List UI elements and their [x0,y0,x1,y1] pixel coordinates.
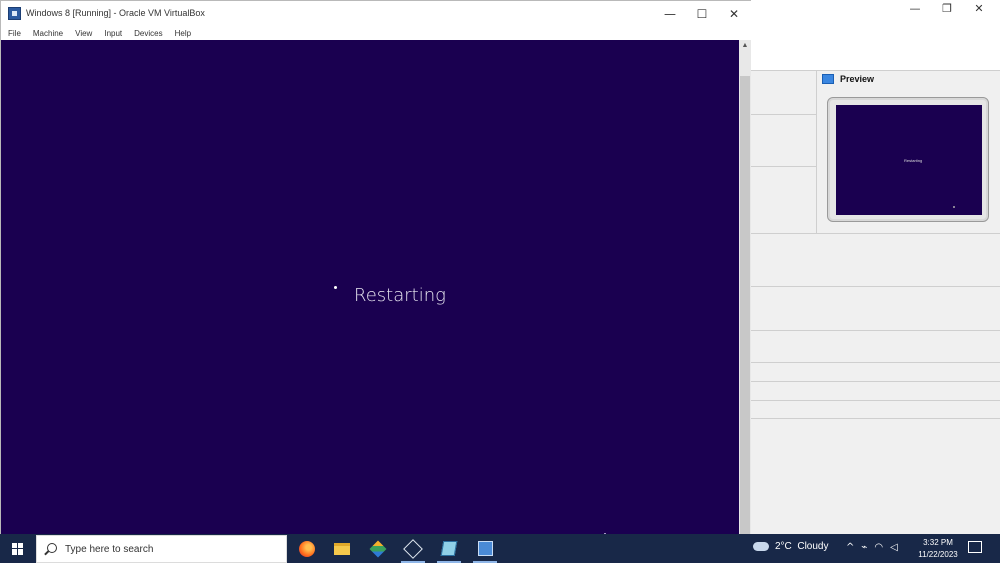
manager-close-button[interactable]: ✕ [964,0,994,18]
show-hidden-icons-chevron-icon[interactable]: ^ [846,542,854,553]
restarting-text: Restarting [354,285,446,306]
file-explorer-icon [334,542,350,555]
details-divider [751,400,1000,401]
clock-date: 11/22/2023 [918,550,958,559]
vertical-scrollbar[interactable]: ▲ [739,40,751,535]
system-tray: ^ ⌁ ◠ ◁ [846,542,905,553]
taskbar: Type here to search 2°C Cloudy ^ ⌁ ◠ ◁ 3… [0,534,1000,563]
preview-screen: Restarting [836,105,982,215]
windows-logo-icon [12,542,24,555]
clock-time: 3:32 PM [923,538,953,547]
details-divider [751,166,817,167]
manager-titlebar: — ❐ ✕ [750,0,1000,18]
book-app-icon [440,541,458,556]
manager-minimize-button[interactable]: — [900,0,930,18]
search-icon [47,543,57,553]
virtualbox-cube-icon [403,538,423,559]
preview-status-text: Restarting [904,158,923,163]
menu-input[interactable]: Input [97,27,127,40]
menu-devices[interactable]: Devices [127,27,167,40]
preview-dot [953,206,955,208]
wifi-icon[interactable]: ◠ [874,542,883,553]
details-divider [751,330,1000,331]
notification-center-icon[interactable] [968,541,982,553]
details-divider [751,381,1000,382]
weather-condition: Cloudy [797,541,829,552]
menu-view[interactable]: View [68,27,97,40]
vm-window-title: Windows 8 [Running] - Oracle VM VirtualB… [26,8,205,18]
taskbar-search-box[interactable]: Type here to search [36,535,287,563]
vm-guest-screen[interactable]: Restarting [1,40,739,535]
taskbar-app-virtualbox-manager[interactable] [398,534,428,563]
taskbar-app-firefox[interactable] [292,534,322,563]
details-divider [751,114,817,115]
taskbar-app-file-explorer[interactable] [327,534,357,563]
vm-window: Windows 8 [Running] - Oracle VM VirtualB… [0,0,751,535]
preview-title: Preview [840,74,875,84]
vm-minimize-button[interactable]: — [653,5,687,23]
vm-titlebar[interactable]: Windows 8 [Running] - Oracle VM VirtualB… [1,1,751,27]
details-divider [751,418,1000,419]
weather-widget[interactable]: 2°C Cloudy [753,541,829,552]
preview-thumbnail: Restarting [827,97,989,222]
virtualbox-icon [8,7,21,20]
taskbar-app-layers[interactable] [363,534,393,563]
vm-close-button[interactable]: ✕ [717,5,751,23]
layers-app-icon [369,540,387,557]
monitor-icon [822,74,834,84]
taskbar-app-book[interactable] [434,534,464,563]
menu-machine[interactable]: Machine [26,27,68,40]
scrollbar-thumb[interactable] [740,76,750,535]
start-button[interactable] [0,534,36,563]
volume-icon[interactable]: ◁ [890,542,898,553]
details-divider [751,233,1000,234]
weather-temperature: 2°C [775,541,792,552]
preview-header[interactable]: Preview [822,74,874,84]
manager-restore-button[interactable]: ❐ [932,0,962,18]
virtualbox-vm-icon [477,541,493,556]
menu-file[interactable]: File [1,27,26,40]
vm-menubar: File Machine View Input Devices Help [1,27,751,40]
cloud-icon [753,542,769,551]
menu-help[interactable]: Help [168,27,196,40]
details-divider [751,362,1000,363]
loading-spinner-icon [334,286,337,289]
taskbar-app-virtualbox-vm[interactable] [470,534,500,563]
vm-maximize-button[interactable]: ☐ [685,5,719,23]
firefox-icon [299,540,315,557]
search-placeholder: Type here to search [65,544,154,555]
details-left-column [751,70,817,234]
taskbar-clock[interactable]: 3:32 PM 11/22/2023 [913,537,963,561]
network-icon[interactable]: ⌁ [861,542,867,553]
scroll-up-arrow-icon[interactable]: ▲ [739,40,751,52]
details-divider [751,286,1000,287]
